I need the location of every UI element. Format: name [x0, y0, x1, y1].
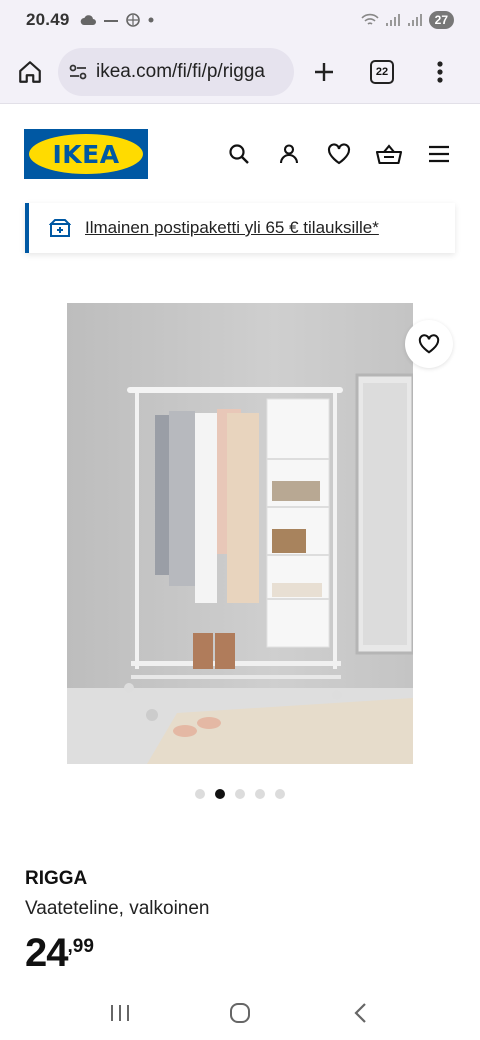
- basket-button[interactable]: [372, 137, 406, 171]
- header-actions: [222, 137, 456, 171]
- system-nav-bar: [0, 986, 480, 1040]
- site-settings-icon: [69, 64, 87, 79]
- shipping-banner[interactable]: Ilmainen postipaketti yli 65 € tilauksil…: [25, 203, 455, 253]
- banner-link[interactable]: Ilmainen postipaketti yli 65 € tilauksil…: [85, 218, 379, 238]
- package-icon: [49, 219, 71, 237]
- add-to-wishlist-button[interactable]: [405, 320, 453, 368]
- carousel-dot[interactable]: [255, 789, 265, 799]
- cloud-icon: [80, 15, 96, 25]
- battery-badge: 27: [428, 11, 454, 29]
- status-time: 20.49: [26, 10, 70, 29]
- basket-icon: [375, 144, 403, 165]
- favourites-button[interactable]: [322, 137, 356, 171]
- recents-button[interactable]: [98, 991, 142, 1035]
- plus-icon: [315, 62, 333, 81]
- account-icon: [279, 144, 299, 164]
- heart-icon: [418, 334, 440, 354]
- browser-menu-button[interactable]: [422, 54, 458, 90]
- menu-button[interactable]: [422, 137, 456, 171]
- carousel-dot[interactable]: [195, 789, 205, 799]
- product-description: Vaateteline, valkoinen: [25, 898, 210, 919]
- dot-icon: [148, 17, 154, 23]
- home-icon: [19, 60, 41, 83]
- search-button[interactable]: [222, 137, 256, 171]
- url-text: ikea.com/fi/fi/p/rigga: [96, 60, 265, 82]
- wifi-icon: [361, 13, 379, 25]
- tab-count: 22: [370, 59, 394, 84]
- carousel-dot-active[interactable]: [215, 789, 225, 799]
- signal-icon: [385, 14, 400, 26]
- site-header: IKEA: [0, 105, 480, 203]
- home-circle-icon: [230, 1003, 250, 1023]
- menu-icon: [429, 145, 449, 163]
- browser-toolbar: ikea.com/fi/fi/p/rigga 22: [0, 40, 480, 104]
- system-icons: 27: [361, 11, 454, 29]
- notification-icons: [80, 13, 155, 27]
- home-button[interactable]: [12, 54, 48, 90]
- recents-icon: [111, 1005, 129, 1021]
- ikea-logo[interactable]: IKEA: [24, 129, 148, 179]
- product-name: RIGGA: [25, 868, 88, 889]
- product-price: 24 ,99: [25, 930, 94, 976]
- back-icon: [354, 1003, 366, 1023]
- search-icon: [229, 144, 249, 164]
- new-tab-button[interactable]: [306, 54, 342, 90]
- dash-icon: [103, 20, 118, 22]
- status-bar: 20.49 27: [0, 0, 480, 40]
- carousel-dot[interactable]: [235, 789, 245, 799]
- tab-switcher-button[interactable]: 22: [364, 54, 400, 90]
- price-integer: 24: [25, 931, 68, 975]
- logo-text: IKEA: [29, 134, 143, 174]
- product-photo: [67, 303, 413, 764]
- address-bar[interactable]: ikea.com/fi/fi/p/rigga: [58, 47, 294, 96]
- product-image[interactable]: [67, 303, 413, 764]
- heart-icon: [327, 143, 351, 165]
- bmw-icon: [125, 13, 140, 27]
- carousel-dots: [0, 789, 480, 799]
- account-button[interactable]: [272, 137, 306, 171]
- carousel-dot[interactable]: [275, 789, 285, 799]
- page: 20.49 27 ikea.com/fi/fi/p/rigga 22 IKEA …: [0, 0, 480, 1040]
- price-decimal: ,99: [67, 936, 94, 957]
- more-vert-icon: [437, 60, 443, 83]
- back-button[interactable]: [338, 991, 382, 1035]
- signal-icon-2: [407, 14, 422, 26]
- home-nav-button[interactable]: [218, 991, 262, 1035]
